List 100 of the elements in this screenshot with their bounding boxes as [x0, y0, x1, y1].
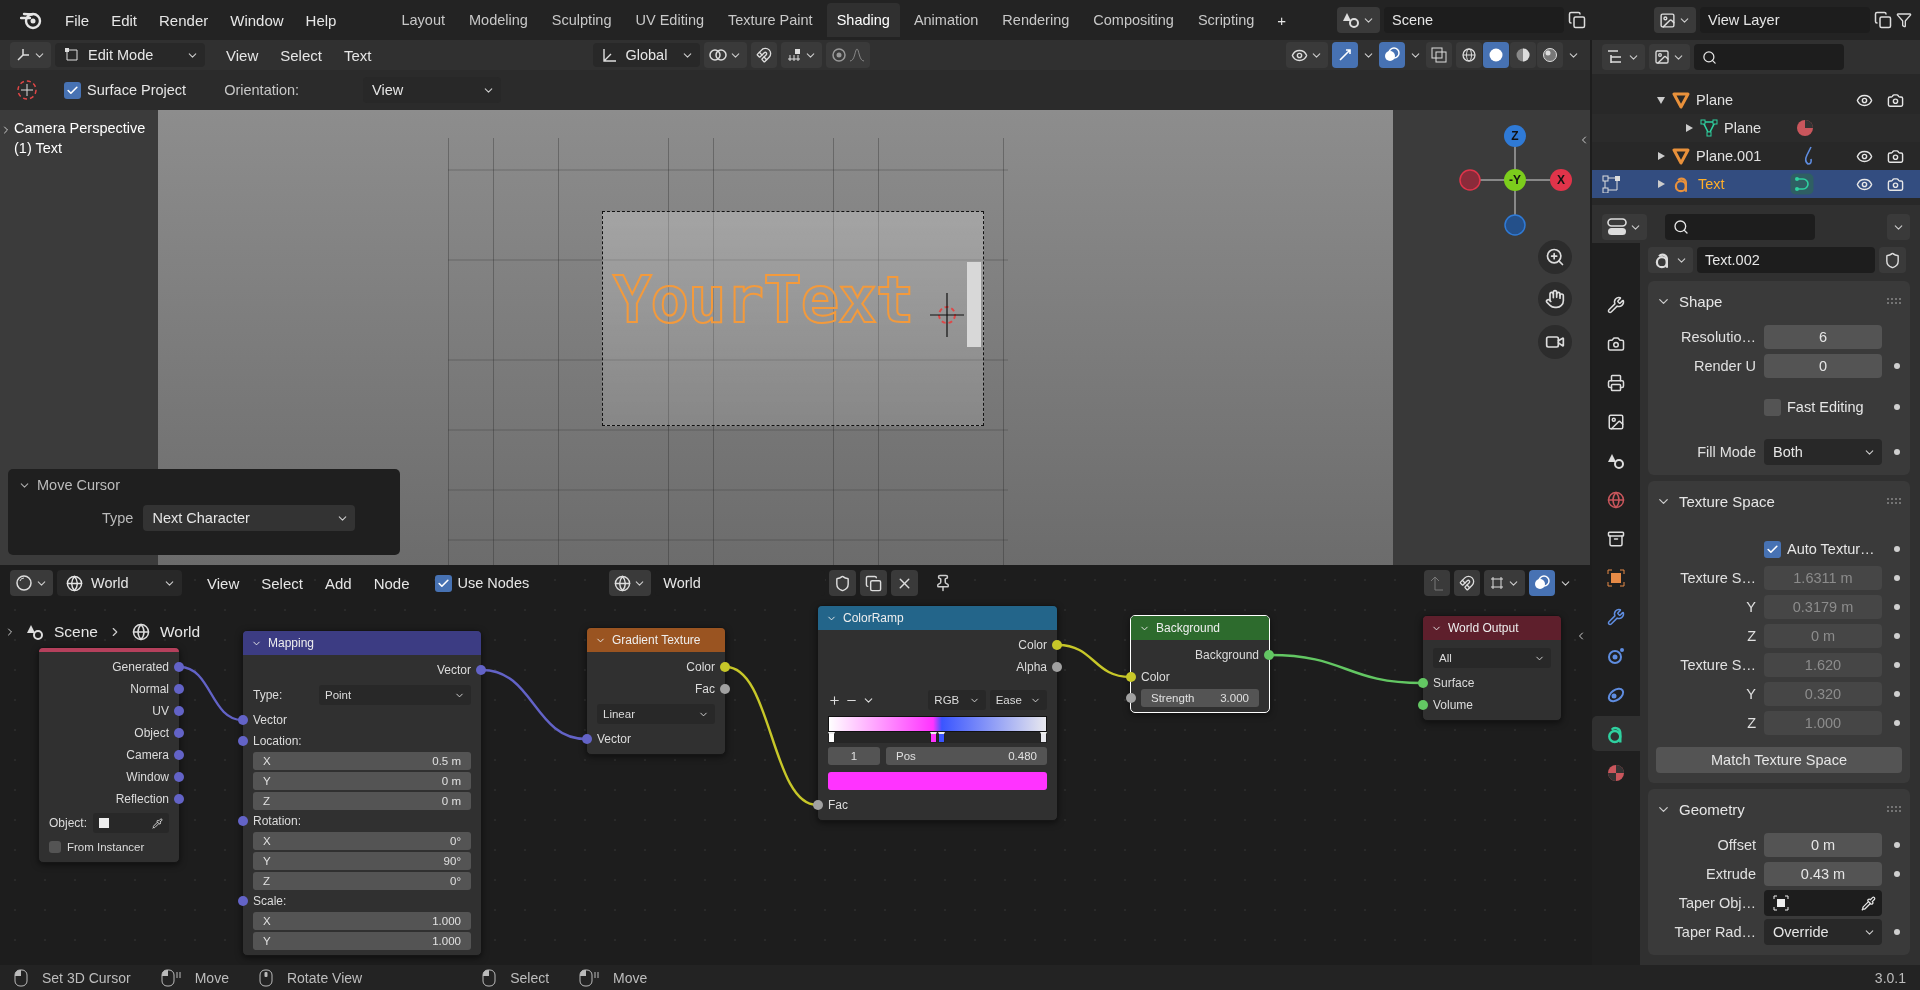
workspace-tab[interactable]: Shading [826, 3, 900, 37]
socket-label: Fac [695, 682, 715, 696]
position-field[interactable]: Pos 0.480 [886, 747, 1047, 765]
value-field[interactable]: Y 1.000 [253, 932, 471, 950]
value-field[interactable]: X 0° [253, 832, 471, 850]
menu-item[interactable]: Render [150, 7, 218, 33]
workspace-tab[interactable]: Modeling [459, 3, 538, 37]
axis-handle[interactable]: -Y [1504, 169, 1526, 191]
socket-label: Object [134, 726, 169, 740]
type-dropdown[interactable]: Next Character [143, 505, 356, 531]
socket-label: Fac [828, 798, 848, 812]
panel-title[interactable]: Shape [1679, 292, 1723, 310]
menu-item[interactable]: File [56, 7, 99, 33]
number-field[interactable]: 0 [1764, 354, 1882, 378]
node-dropdown[interactable]: All [1433, 648, 1551, 668]
scene-field[interactable]: Scene [1384, 7, 1564, 33]
match-texture-space-button[interactable]: Match Texture Space [1656, 747, 1902, 773]
use-nodes-checkbox[interactable]: Use Nodes [434, 574, 530, 592]
interpolation-dropdown[interactable]: Ease [989, 690, 1047, 710]
axis-handle[interactable]: X [1550, 169, 1572, 191]
property-label: Z [1746, 628, 1756, 644]
object-name: Plane [1724, 120, 1762, 136]
value-field[interactable]: Y 90° [253, 852, 471, 870]
object-name: Plane.001 [1696, 148, 1762, 164]
socket-label: Reflection [115, 792, 169, 806]
value-field[interactable]: X 0.5 m [253, 752, 471, 770]
breadcrumb-item: Scene [54, 623, 98, 641]
menu-item[interactable]: Add [315, 570, 361, 596]
property-label: Extrude [1705, 866, 1756, 882]
property-label: Offset [1716, 837, 1756, 853]
workspace-tab[interactable]: Texture Paint [718, 3, 823, 37]
menu-item[interactable]: Window [221, 7, 293, 33]
property-label: Fill Mode [1696, 444, 1756, 460]
menu-item[interactable]: Select [252, 570, 312, 596]
socket-label: Vector [597, 732, 632, 746]
socket-label: UV [152, 704, 169, 718]
menu-item[interactable]: Select [271, 42, 331, 68]
socket-label: Background [1194, 648, 1259, 662]
menu-item[interactable]: Text [334, 42, 381, 68]
value-field[interactable]: Z 0 m [253, 792, 471, 810]
menu-item[interactable]: Edit [102, 7, 147, 33]
property-dropdown[interactable]: Both [1764, 439, 1882, 465]
panel-title[interactable]: Texture Space [1679, 492, 1775, 510]
property-checkbox[interactable]: Fast Editing [1764, 398, 1882, 416]
workspace-tab[interactable]: Layout [391, 3, 455, 37]
panel-title[interactable]: Geometry [1679, 800, 1745, 818]
stop-index-field[interactable]: 1 [828, 747, 880, 765]
socket-label: Surface [1433, 676, 1475, 690]
number-field[interactable]: 6 [1764, 325, 1882, 349]
orientation-dropdown[interactable]: Global [593, 43, 701, 67]
value-field[interactable]: Y 0 m [253, 772, 471, 790]
color-mode-dropdown[interactable]: RGB [928, 690, 986, 710]
value-field[interactable]: Z 0° [253, 872, 471, 890]
menu-item[interactable]: View [198, 570, 249, 596]
socket-label: Scale: [253, 894, 287, 908]
menu-item[interactable]: View [217, 42, 268, 68]
panel-title: Move Cursor [37, 477, 120, 493]
property-label: Taper Obj… [1677, 895, 1756, 911]
menu-item[interactable]: Node [364, 570, 419, 596]
socket-label: Location: [253, 734, 302, 748]
status-hint: Move [194, 969, 229, 986]
viewport-info-text: (1) Text [14, 140, 64, 156]
number-field[interactable]: 0.43 m [1764, 862, 1882, 886]
workspace-tab[interactable]: Rendering [992, 3, 1080, 37]
number-field[interactable]: 0 m [1764, 833, 1882, 857]
value-field[interactable]: Strength 3.000 [1141, 689, 1259, 707]
workspace-tab[interactable]: Sculpting [541, 3, 622, 37]
orientation-dropdown[interactable]: View [363, 77, 502, 103]
breadcrumb-item: World [159, 623, 201, 641]
socket-label: Alpha [1016, 660, 1047, 674]
text-object: YourText [613, 268, 914, 332]
workspace-tab[interactable]: Animation [903, 3, 989, 37]
orientation-label: Orientation: [224, 82, 300, 98]
field-label: Type: [253, 688, 284, 702]
axis-handle[interactable]: Z [1504, 125, 1526, 147]
type-label: Type [102, 510, 134, 526]
node-dropdown[interactable]: Linear [597, 704, 715, 724]
shader-type-dropdown[interactable]: World [57, 570, 182, 596]
from-instancer-checkbox[interactable]: From Instancer [49, 841, 145, 853]
add-workspace-button[interactable]: + [1268, 7, 1296, 33]
property-checkbox[interactable]: Auto Textur… [1764, 540, 1882, 558]
mode-dropdown[interactable]: Edit Mode [55, 43, 205, 67]
workspace-tab[interactable]: UV Editing [625, 3, 714, 37]
value-field[interactable]: X 1.000 [253, 912, 471, 930]
node-title: Mapping [268, 636, 315, 650]
datablock-name-field[interactable]: Text.002 [1697, 247, 1875, 273]
property-dropdown[interactable]: Override [1764, 919, 1882, 945]
outliner-row[interactable]: Text [1592, 170, 1920, 198]
workspace-tab[interactable]: Compositing [1083, 3, 1184, 37]
object-name: Text [1698, 176, 1725, 192]
menu-item[interactable]: Help [296, 7, 346, 33]
workspace-tab[interactable]: Scripting [1187, 3, 1265, 37]
socket-label: Vector [436, 663, 471, 677]
status-hint: Select [510, 969, 550, 986]
socket-label: Generated [112, 660, 169, 674]
status-hint: Rotate View [286, 969, 363, 986]
view-layer-field[interactable]: View Layer [1700, 7, 1870, 33]
socket-label: Rotation: [253, 814, 302, 828]
surface-project-checkbox[interactable]: Surface Project [64, 81, 187, 99]
node-dropdown[interactable]: Point [319, 685, 471, 705]
